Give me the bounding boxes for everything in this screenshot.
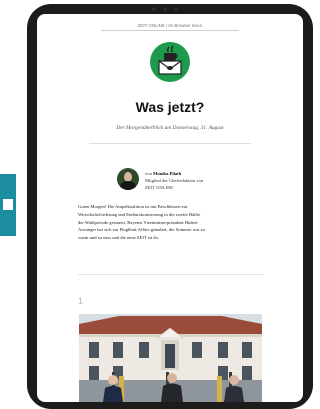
newsletter-title: Was jetzt? (135, 99, 205, 115)
author-by-label: von (145, 171, 152, 176)
camera-dot (152, 7, 156, 11)
news-photo[interactable] (79, 314, 262, 402)
intro-line: warm und zu nass und die neue ZEIT ist d… (78, 235, 159, 241)
side-tab (0, 174, 16, 236)
newsletter-screen[interactable]: ZEIT ONLINE | Im Browser lesen Was jetzt… (37, 14, 303, 402)
divider (101, 30, 239, 31)
camera-dot (163, 7, 167, 11)
envelope-coffee-icon (150, 42, 190, 82)
intro-line: Guten Morgen! Die Ampelkoalition ist mit… (78, 204, 188, 209)
news-photo-graphic (79, 314, 262, 402)
intro-paragraph: Guten Morgen! Die Ampelkoalition ist mit… (78, 203, 264, 242)
envelope-coffee-icon-graphic (158, 45, 182, 75)
browser-link[interactable]: ZEIT ONLINE | Im Browser lesen (37, 23, 303, 28)
section-number: 1 (78, 296, 84, 306)
divider (78, 274, 264, 275)
tablet-device: ZEIT ONLINE | Im Browser lesen Was jetzt… (27, 4, 313, 409)
author-role: Mitglied der Chefredaktion von (145, 178, 204, 183)
intro-line: Aiwanger hat sich zur Flugblatt-Affäre g… (78, 227, 205, 233)
side-tab-bar (3, 199, 13, 210)
author-org: ZEIT ONLINE (145, 185, 174, 190)
divider (89, 143, 251, 144)
newsletter-subtitle: Der Morgenüberblick am Donnerstag, 31. A… (116, 125, 224, 131)
author-name: Monika Pilath (153, 171, 182, 176)
author-avatar (117, 168, 139, 190)
camera-dot (174, 7, 178, 11)
camera-row (152, 7, 178, 11)
author-byline: von Monika Pilath (145, 171, 181, 176)
intro-line: der Wahlperiode gestartet, Bayerns Vizem… (78, 219, 198, 225)
intro-line: Wirtschaftsförderung und Entbürokratisie… (78, 211, 201, 217)
